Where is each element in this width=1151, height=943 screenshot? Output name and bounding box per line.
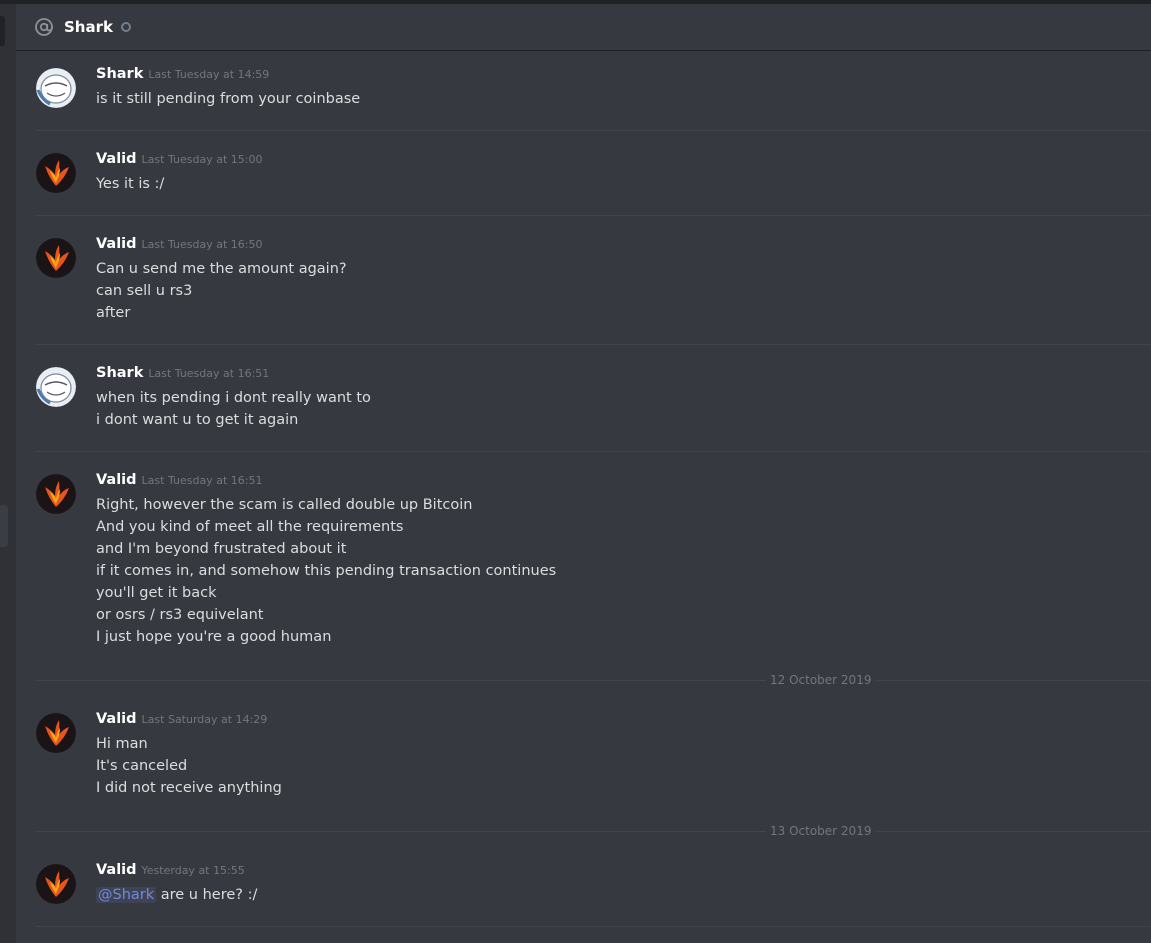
message-text: i dont want u to get it again: [96, 412, 299, 428]
message-divider: [36, 926, 1151, 927]
message-text: @Shark are u here? :/: [96, 884, 257, 906]
message-author[interactable]: Shark: [96, 66, 143, 82]
date-separator-rule: [36, 831, 1151, 832]
date-separator-rule: [36, 680, 1151, 681]
sidebar-edge: [0, 4, 16, 943]
message-list: Shark Last Tuesday at 14:59 is it still …: [16, 51, 1151, 943]
message-text: It's canceled: [96, 758, 188, 774]
message-text: Can u send me the amount again?: [96, 261, 347, 277]
message-text: I just hope you're a good human: [96, 629, 332, 645]
avatar[interactable]: [36, 474, 76, 514]
date-separator-label: 12 October 2019: [766, 673, 876, 687]
message-timestamp: Last Saturday at 14:29: [141, 713, 268, 726]
offline-status-icon: [120, 22, 131, 32]
date-separator: 12 October 2019: [36, 673, 1151, 687]
sidebar-scroll-nub: [0, 16, 5, 46]
date-separator: 13 October 2019: [36, 824, 1151, 838]
message-timestamp: Last Tuesday at 15:00: [141, 153, 263, 166]
avatar[interactable]: [36, 367, 76, 407]
at-sign-icon: [34, 17, 54, 37]
user-mention[interactable]: @Shark: [96, 887, 157, 903]
message-author[interactable]: Valid: [96, 151, 137, 167]
message-text: you'll get it back: [96, 585, 217, 601]
channel-header: Shark: [16, 4, 1151, 51]
message-text: Right, however the scam is called double…: [96, 497, 473, 513]
message-text: Hi man: [96, 736, 148, 752]
message-text: I did not receive anything: [96, 780, 282, 796]
message-author[interactable]: Valid: [96, 862, 137, 878]
message-timestamp: Yesterday at 15:55: [141, 864, 245, 877]
message-timestamp: Last Tuesday at 16:51: [148, 367, 270, 380]
message-timestamp: Last Tuesday at 14:59: [148, 68, 270, 81]
avatar[interactable]: [36, 713, 76, 753]
message-text: after: [96, 305, 131, 321]
message-divider: [36, 344, 1151, 345]
dm-recipient-name[interactable]: Shark: [64, 18, 113, 36]
message-timestamp: Last Tuesday at 16:50: [141, 238, 263, 251]
message-author[interactable]: Valid: [96, 236, 137, 252]
message-text: or osrs / rs3 equivelant: [96, 607, 264, 623]
message-text: if it comes in, and somehow this pending…: [96, 563, 557, 579]
avatar[interactable]: [36, 68, 76, 108]
message-divider: [36, 130, 1151, 131]
message-author[interactable]: Valid: [96, 472, 137, 488]
message-text: is it still pending from your coinbase: [96, 91, 361, 107]
message-text: Yes it is :/: [96, 176, 165, 192]
message-author[interactable]: Valid: [96, 711, 137, 727]
message-text: And you kind of meet all the requirement…: [96, 519, 404, 535]
message-text-rest: are u here? :/: [160, 887, 258, 903]
date-separator-label: 13 October 2019: [766, 824, 876, 838]
sidebar-selected-nub: [0, 505, 8, 547]
message-text: when its pending i dont really want to: [96, 390, 371, 406]
avatar[interactable]: [36, 153, 76, 193]
message-text: can sell u rs3: [96, 283, 193, 299]
avatar[interactable]: [36, 238, 76, 278]
message-divider: [36, 451, 1151, 452]
message-text: and I'm beyond frustrated about it: [96, 541, 347, 557]
message-timestamp: Last Tuesday at 16:51: [141, 474, 263, 487]
dm-window: Shark Shark Last Tuesday at 14:59 is it …: [0, 0, 1151, 943]
message-author[interactable]: Shark: [96, 365, 143, 381]
message-divider: [36, 215, 1151, 216]
avatar[interactable]: [36, 864, 76, 904]
